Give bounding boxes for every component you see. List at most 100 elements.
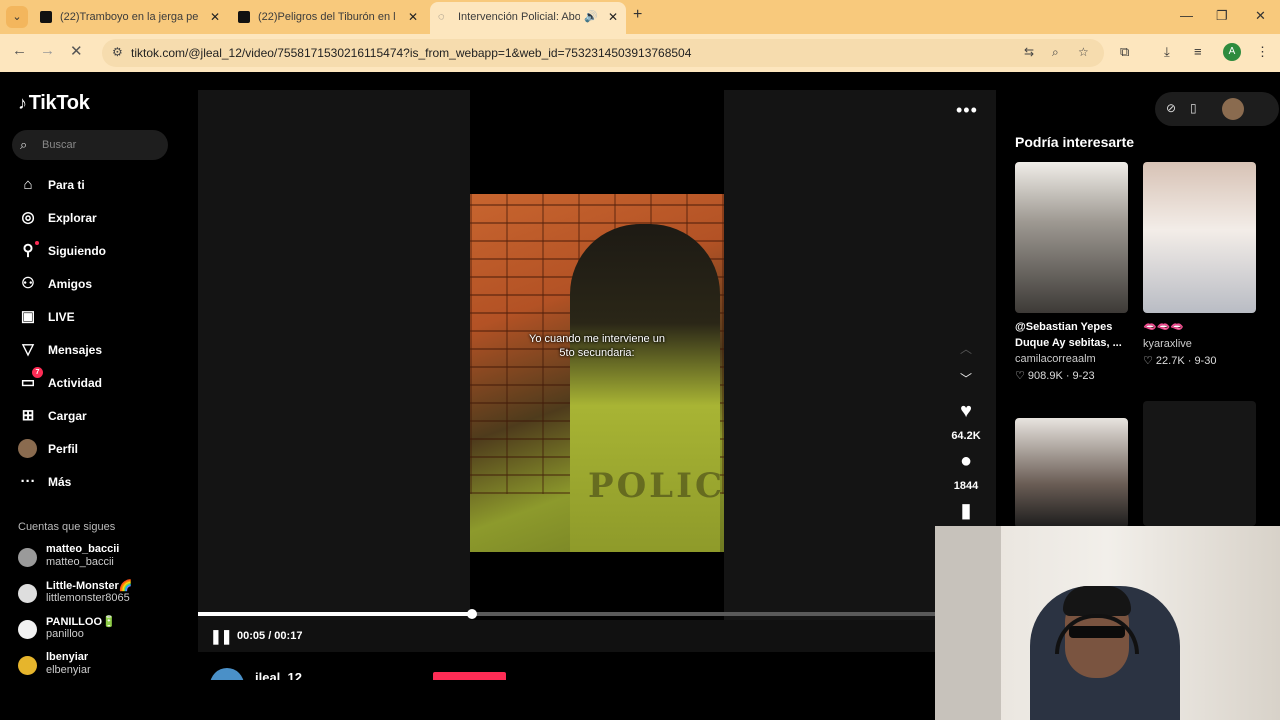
search-input[interactable] bbox=[42, 136, 160, 154]
activity-badge: 7 bbox=[32, 367, 43, 378]
stop-loading-icon[interactable]: ✕ bbox=[70, 42, 83, 60]
nav-item-actividad[interactable]: ▭ 7 Actividad bbox=[18, 367, 178, 395]
video-thumbnail[interactable] bbox=[1015, 162, 1128, 313]
recommendation-title: @Sebastian Yepes Duque Ay sebitas, ... bbox=[1015, 321, 1122, 349]
browser-chrome: ⌄ (22)Tramboyo en la jerga perua ✕ (22)P… bbox=[0, 0, 1280, 72]
like-heart-icon[interactable]: ♥ bbox=[950, 400, 982, 423]
device-icon[interactable]: ▯ bbox=[1190, 101, 1197, 115]
back-icon[interactable]: ← bbox=[12, 42, 27, 59]
more-icon: ··· bbox=[20, 473, 36, 490]
webcam-overlay bbox=[935, 526, 1280, 720]
audio-playing-icon[interactable]: 🔊 bbox=[584, 2, 598, 32]
profile-avatar[interactable] bbox=[1222, 98, 1244, 120]
nav-item-mensajes[interactable]: ▽ Mensajes bbox=[18, 338, 178, 362]
video-thumbnail[interactable] bbox=[1143, 401, 1256, 526]
more-options-icon[interactable]: ••• bbox=[956, 100, 978, 121]
video-thumbnail[interactable] bbox=[1143, 162, 1256, 313]
close-tab-icon[interactable]: ✕ bbox=[608, 2, 618, 32]
coins-icon[interactable]: ⊘ bbox=[1166, 101, 1176, 115]
close-tab-icon[interactable]: ✕ bbox=[210, 4, 220, 30]
browser-toolbar: ← → ✕ ⚙ tiktok.com/@jleal_12/video/75581… bbox=[0, 34, 1280, 72]
webcam-person-hair bbox=[1063, 586, 1131, 616]
author-name[interactable]: jleal_12 bbox=[255, 670, 302, 680]
tiktok-favicon-icon bbox=[40, 11, 52, 23]
browser-menu-icon[interactable]: ⋮ bbox=[1256, 44, 1269, 60]
forward-icon[interactable]: → bbox=[40, 42, 55, 59]
url-text[interactable]: tiktok.com/@jleal_12/video/7558171530216… bbox=[131, 46, 691, 60]
extensions-icon[interactable]: ⧉ bbox=[1120, 44, 1129, 60]
video-caption: Yo cuando me interviene un 5to secundari… bbox=[529, 333, 665, 359]
nav-item-perfil[interactable]: Perfil bbox=[18, 437, 178, 461]
media-controls-icon[interactable]: ≡ bbox=[1194, 44, 1202, 59]
translate-icon[interactable]: ⇆ bbox=[1024, 45, 1034, 59]
like-count: 64.2K bbox=[951, 430, 981, 442]
previous-video-icon[interactable]: ︿ bbox=[960, 340, 972, 357]
minimize-icon[interactable]: — bbox=[1180, 8, 1193, 23]
nav-item-amigos[interactable]: ⚇ Amigos bbox=[18, 272, 178, 296]
comment-icon[interactable]: ● bbox=[950, 450, 982, 473]
video-progress-bar[interactable] bbox=[198, 609, 938, 619]
tab-title: Intervención Policial: Aboga bbox=[458, 11, 580, 23]
progress-fill bbox=[198, 612, 472, 616]
webcam-background-door bbox=[935, 526, 1001, 720]
author-avatar[interactable] bbox=[210, 668, 244, 680]
nav-item-para-ti[interactable]: ⌂ Para ti bbox=[18, 173, 178, 197]
avatar bbox=[18, 656, 37, 675]
site-info-icon[interactable]: ⚙ bbox=[112, 45, 123, 59]
video-player[interactable]: POLIC Yo cuando me interviene un 5to sec… bbox=[198, 90, 996, 650]
recommendation-stats: ♡ 22.7K · 9-30 bbox=[1143, 355, 1217, 367]
nav-item-explorar[interactable]: ◎ Explorar bbox=[18, 206, 178, 230]
nav-item-live[interactable]: ▣ LIVE bbox=[18, 305, 178, 329]
tab-title: (22)Tramboyo en la jerga perua bbox=[60, 11, 198, 23]
tab-strip: ⌄ (22)Tramboyo en la jerga perua ✕ (22)P… bbox=[0, 0, 1280, 34]
progress-handle[interactable] bbox=[466, 609, 477, 619]
search-icon: ⌕ bbox=[20, 137, 28, 152]
follow-button[interactable] bbox=[433, 672, 506, 680]
sunglasses bbox=[1069, 626, 1125, 638]
friends-icon: ⚇ bbox=[21, 275, 35, 292]
loading-favicon-icon: ◌ bbox=[438, 11, 445, 23]
recommendation-author: camilacorreaalm bbox=[1015, 353, 1096, 365]
following-account[interactable]: PANILLOO🔋 panilloo bbox=[18, 614, 178, 644]
vest-text: POLIC bbox=[588, 466, 724, 506]
recommendation-stats: ♡ 908.9K · 9-23 bbox=[1015, 370, 1095, 382]
bookmark-star-icon[interactable]: ☆ bbox=[1078, 45, 1089, 59]
profile-avatar bbox=[18, 439, 37, 458]
recommendation-title: 🫦🫦🫦 bbox=[1143, 321, 1185, 333]
recommendations-title: Podría interesarte bbox=[1015, 134, 1135, 150]
tab-search-dropdown-icon[interactable]: ⌄ bbox=[6, 6, 28, 28]
close-tab-icon[interactable]: ✕ bbox=[408, 4, 418, 30]
browser-tab[interactable]: (22)Tramboyo en la jerga perua ✕ bbox=[32, 4, 228, 30]
compass-icon: ◎ bbox=[21, 209, 35, 226]
live-icon: ▣ bbox=[20, 308, 36, 325]
browser-tab-active[interactable]: ◌ Intervención Policial: Aboga 🔊 ✕ bbox=[430, 2, 626, 34]
tiktok-note-icon: ♪ bbox=[18, 93, 27, 113]
following-section-title: Cuentas que sigues bbox=[18, 521, 116, 533]
following-account[interactable]: lbenyiar elbenyiar bbox=[18, 650, 178, 680]
tiktok-logo[interactable]: ♪ TikTok bbox=[18, 92, 90, 115]
pause-icon[interactable]: ❚❚ bbox=[210, 628, 232, 645]
following-account[interactable]: Little-Monster🌈 littlemonster8065 bbox=[18, 578, 178, 608]
next-video-icon[interactable]: ﹀ bbox=[960, 370, 972, 387]
zoom-icon[interactable]: ⌕ bbox=[1052, 45, 1059, 60]
profile-avatar[interactable]: A bbox=[1223, 43, 1241, 61]
messages-icon: ▽ bbox=[22, 341, 34, 358]
nav-item-siguiendo[interactable]: ⚲ Siguiendo bbox=[18, 239, 178, 263]
video-thumbnail[interactable] bbox=[1015, 418, 1128, 528]
notification-dot bbox=[35, 241, 39, 245]
browser-tab[interactable]: (22)Peligros del Tiburón en la P ✕ bbox=[230, 4, 426, 30]
video-controls: ❚❚ 00:05 / 00:17 bbox=[198, 620, 938, 652]
close-window-icon[interactable]: ✕ bbox=[1255, 8, 1266, 24]
downloads-icon[interactable]: ⤓ bbox=[1164, 44, 1170, 60]
top-actions: ⊘ ▯ bbox=[1155, 92, 1279, 126]
search-box[interactable]: ⌕ bbox=[12, 130, 168, 160]
author-row: jleal_12 bbox=[198, 658, 934, 680]
bookmark-icon[interactable]: ▮ bbox=[950, 498, 982, 523]
nav-item-mas[interactable]: ··· Más bbox=[18, 470, 178, 494]
new-tab-icon[interactable]: + bbox=[633, 6, 642, 24]
restore-icon[interactable]: ❐ bbox=[1216, 8, 1228, 24]
video-frame[interactable]: POLIC Yo cuando me interviene un 5to sec… bbox=[470, 194, 724, 552]
nav-item-cargar[interactable]: ⊞ Cargar bbox=[18, 404, 178, 428]
following-account[interactable]: matteo_baccii matteo_baccii bbox=[18, 542, 178, 572]
address-bar[interactable]: ⚙ tiktok.com/@jleal_12/video/75581715302… bbox=[102, 39, 1104, 67]
